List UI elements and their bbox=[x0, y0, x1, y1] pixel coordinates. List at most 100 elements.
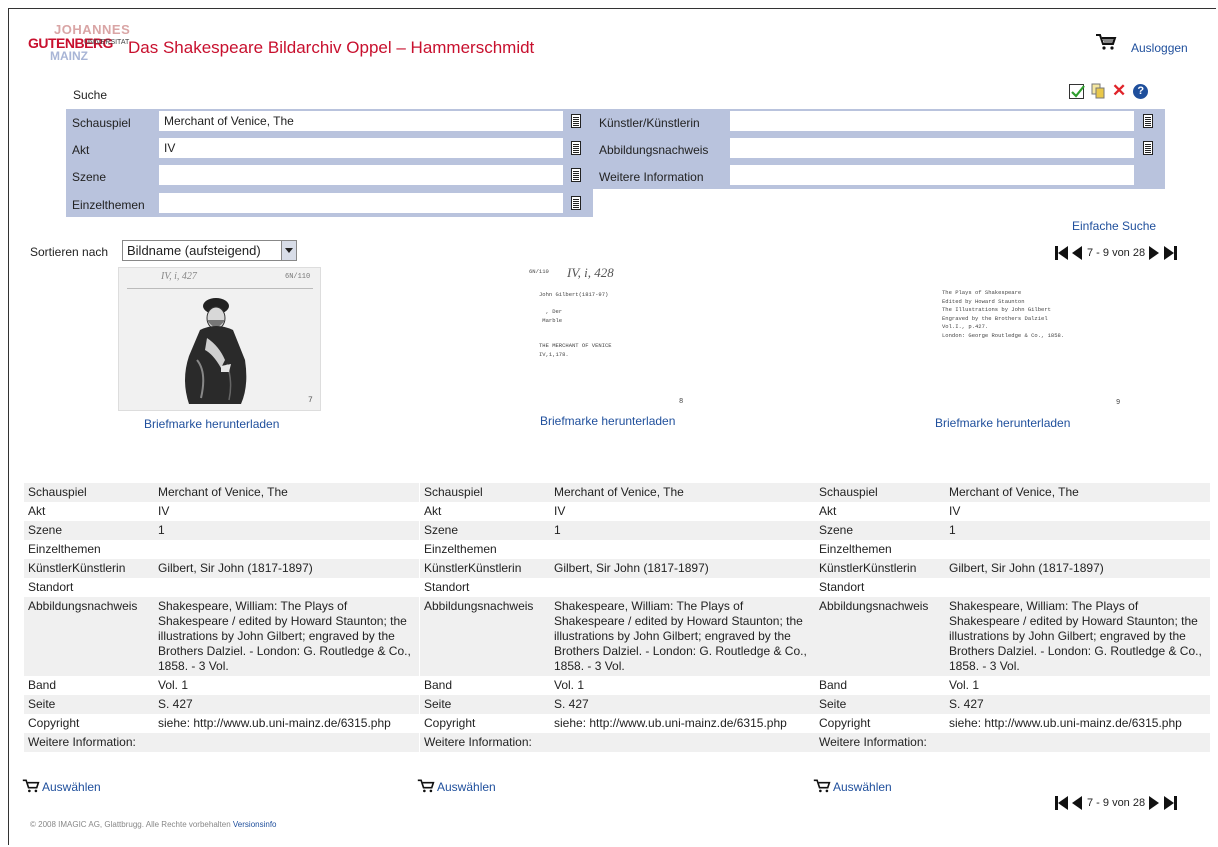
image-details: Schauspiel Merchant of Venice, The Akt IV … bbox=[815, 483, 1210, 752]
detail-row: Band Vol. 1 bbox=[420, 676, 815, 695]
download-stamp-link[interactable]: Briefmarke herunterladen bbox=[540, 414, 675, 428]
thumbnail-image[interactable]: IV, i, 427 6N/110 7 bbox=[118, 267, 321, 411]
detail-value: S. 427 bbox=[949, 697, 984, 711]
select-link[interactable]: Auswählen bbox=[833, 780, 892, 794]
detail-row: Szene 1 bbox=[24, 521, 419, 540]
copy-icon[interactable] bbox=[1091, 83, 1105, 99]
prev-page-icon[interactable] bbox=[1071, 246, 1084, 260]
detail-value: IV bbox=[158, 504, 170, 518]
detail-value: Vol. 1 bbox=[554, 678, 585, 692]
detail-key: Abbildungsnachweis bbox=[28, 599, 138, 613]
logout-link[interactable]: Ausloggen bbox=[1131, 41, 1188, 55]
check-icon[interactable] bbox=[1069, 83, 1085, 99]
list-icon[interactable] bbox=[571, 168, 581, 182]
play-input[interactable]: Merchant of Venice, The bbox=[159, 111, 563, 131]
search-row: Akt IV bbox=[66, 138, 593, 160]
sort-selected-value: Bildname (aufsteigend) bbox=[127, 243, 261, 258]
artist-input[interactable] bbox=[730, 111, 1134, 131]
list-icon[interactable] bbox=[1143, 141, 1153, 155]
more-info-input[interactable] bbox=[730, 165, 1134, 185]
detail-key: Schauspiel bbox=[28, 485, 87, 499]
detail-value: siehe: http://www.ub.uni-mainz.de/6315.p… bbox=[949, 716, 1182, 730]
detail-value: IV bbox=[949, 504, 961, 518]
detail-row: Akt IV bbox=[815, 502, 1210, 521]
first-page-icon[interactable] bbox=[1055, 796, 1068, 810]
detail-row: Schauspiel Merchant of Venice, The bbox=[420, 483, 815, 502]
scene-input[interactable] bbox=[159, 165, 563, 185]
last-page-icon[interactable] bbox=[1164, 246, 1178, 260]
last-page-icon[interactable] bbox=[1164, 796, 1178, 810]
detail-value: Shakespeare, William: The Plays of Shake… bbox=[158, 599, 411, 673]
detail-key: KünstlerKünstlerin bbox=[819, 561, 917, 575]
detail-key: Einzelthemen bbox=[424, 542, 497, 556]
sort-select[interactable]: Bildname (aufsteigend) bbox=[122, 240, 297, 261]
detail-key: Weitere Information: bbox=[424, 735, 532, 749]
act-input[interactable]: IV bbox=[159, 138, 563, 158]
source-input[interactable] bbox=[730, 138, 1134, 158]
select-button[interactable]: Auswählen bbox=[813, 778, 892, 794]
detail-row: KünstlerKünstlerin Gilbert, Sir John (181… bbox=[24, 559, 419, 578]
list-icon[interactable] bbox=[1143, 114, 1153, 128]
detail-row: Standort bbox=[420, 578, 815, 597]
search-row: Weitere Information bbox=[593, 165, 1165, 187]
download-stamp-link[interactable]: Briefmarke herunterladen bbox=[144, 417, 279, 431]
list-icon[interactable] bbox=[571, 141, 581, 155]
thumbnail-image[interactable]: 6N/110 IV, i, 428 John Gilbert(1817-97) … bbox=[527, 264, 717, 414]
detail-row: Standort bbox=[24, 578, 419, 597]
list-icon[interactable] bbox=[571, 114, 581, 128]
detail-key: Akt bbox=[819, 504, 837, 518]
help-icon[interactable]: ? bbox=[1133, 83, 1149, 99]
copyright-text: © 2008 IMAGIC AG, Glattbrugg. Alle Recht… bbox=[30, 820, 231, 829]
detail-value bbox=[949, 735, 1204, 750]
detail-value: Gilbert, Sir John (1817-1897) bbox=[158, 561, 313, 575]
cart-icon[interactable] bbox=[1095, 33, 1117, 51]
first-page-icon[interactable] bbox=[1055, 246, 1068, 260]
detail-value: Shakespeare, William: The Plays of Shake… bbox=[554, 599, 807, 673]
select-link[interactable]: Auswählen bbox=[437, 780, 496, 794]
field-label: Schauspiel bbox=[72, 116, 131, 130]
detail-row: Seite S. 427 bbox=[24, 695, 419, 714]
next-page-icon[interactable] bbox=[1148, 796, 1161, 810]
thumbnail-handwriting: IV, i, 427 bbox=[161, 271, 197, 282]
next-page-icon[interactable] bbox=[1148, 246, 1161, 260]
detail-value bbox=[554, 735, 809, 750]
select-button[interactable]: Auswählen bbox=[417, 778, 496, 794]
pager-text: 7 - 9 von 28 bbox=[1087, 247, 1146, 259]
download-stamp-link[interactable]: Briefmarke herunterladen bbox=[935, 416, 1070, 430]
detail-row: Copyright siehe: http://www.ub.uni-mainz.… bbox=[24, 714, 419, 733]
detail-row: Einzelthemen bbox=[24, 540, 419, 559]
detail-key: Akt bbox=[28, 504, 46, 518]
select-link[interactable]: Auswählen bbox=[42, 780, 101, 794]
detail-value: S. 427 bbox=[554, 697, 589, 711]
thumbnail-text: The Plays of Shakespeare Edited by Howar… bbox=[942, 289, 1065, 339]
field-label: Szene bbox=[72, 170, 107, 184]
select-button[interactable]: Auswählen bbox=[22, 778, 101, 794]
prev-page-icon[interactable] bbox=[1071, 796, 1084, 810]
logo-text: MAINZ bbox=[50, 49, 88, 63]
detail-row: Copyright siehe: http://www.ub.uni-mainz.… bbox=[815, 714, 1210, 733]
chevron-down-icon[interactable] bbox=[281, 241, 296, 260]
search-row: Schauspiel Merchant of Venice, The bbox=[66, 111, 593, 133]
thumbnail-text: John Gilbert(1817-97) , Der Marble THE M… bbox=[539, 291, 612, 358]
simple-search-link[interactable]: Einfache Suche bbox=[1072, 219, 1156, 233]
detail-row: Copyright siehe: http://www.ub.uni-mainz.… bbox=[420, 714, 815, 733]
topics-input[interactable] bbox=[159, 193, 563, 213]
detail-row: Weitere Information: bbox=[24, 733, 419, 752]
detail-key: Seite bbox=[424, 697, 452, 711]
thumbnail-handwriting: IV, i, 428 bbox=[567, 265, 614, 280]
detail-value bbox=[554, 542, 809, 557]
detail-key: Copyright bbox=[28, 716, 80, 730]
detail-key: Szene bbox=[424, 523, 459, 537]
detail-value: Merchant of Venice, The bbox=[158, 485, 288, 499]
thumbnail-image[interactable]: The Plays of Shakespeare Edited by Howar… bbox=[928, 285, 1128, 415]
list-icon[interactable] bbox=[571, 196, 581, 210]
detail-row: Schauspiel Merchant of Venice, The bbox=[815, 483, 1210, 502]
sort-label: Sortieren nach bbox=[30, 245, 109, 259]
detail-row: Abbildungsnachweis Shakespeare, William: … bbox=[815, 597, 1210, 676]
close-icon[interactable]: ✕ bbox=[1112, 82, 1126, 99]
version-info-link[interactable]: Versionsinfo bbox=[233, 820, 277, 829]
detail-value: Vol. 1 bbox=[949, 678, 980, 692]
field-label: Künstler/Künstlerin bbox=[599, 116, 700, 130]
detail-value: S. 427 bbox=[158, 697, 193, 711]
detail-row: Band Vol. 1 bbox=[815, 676, 1210, 695]
